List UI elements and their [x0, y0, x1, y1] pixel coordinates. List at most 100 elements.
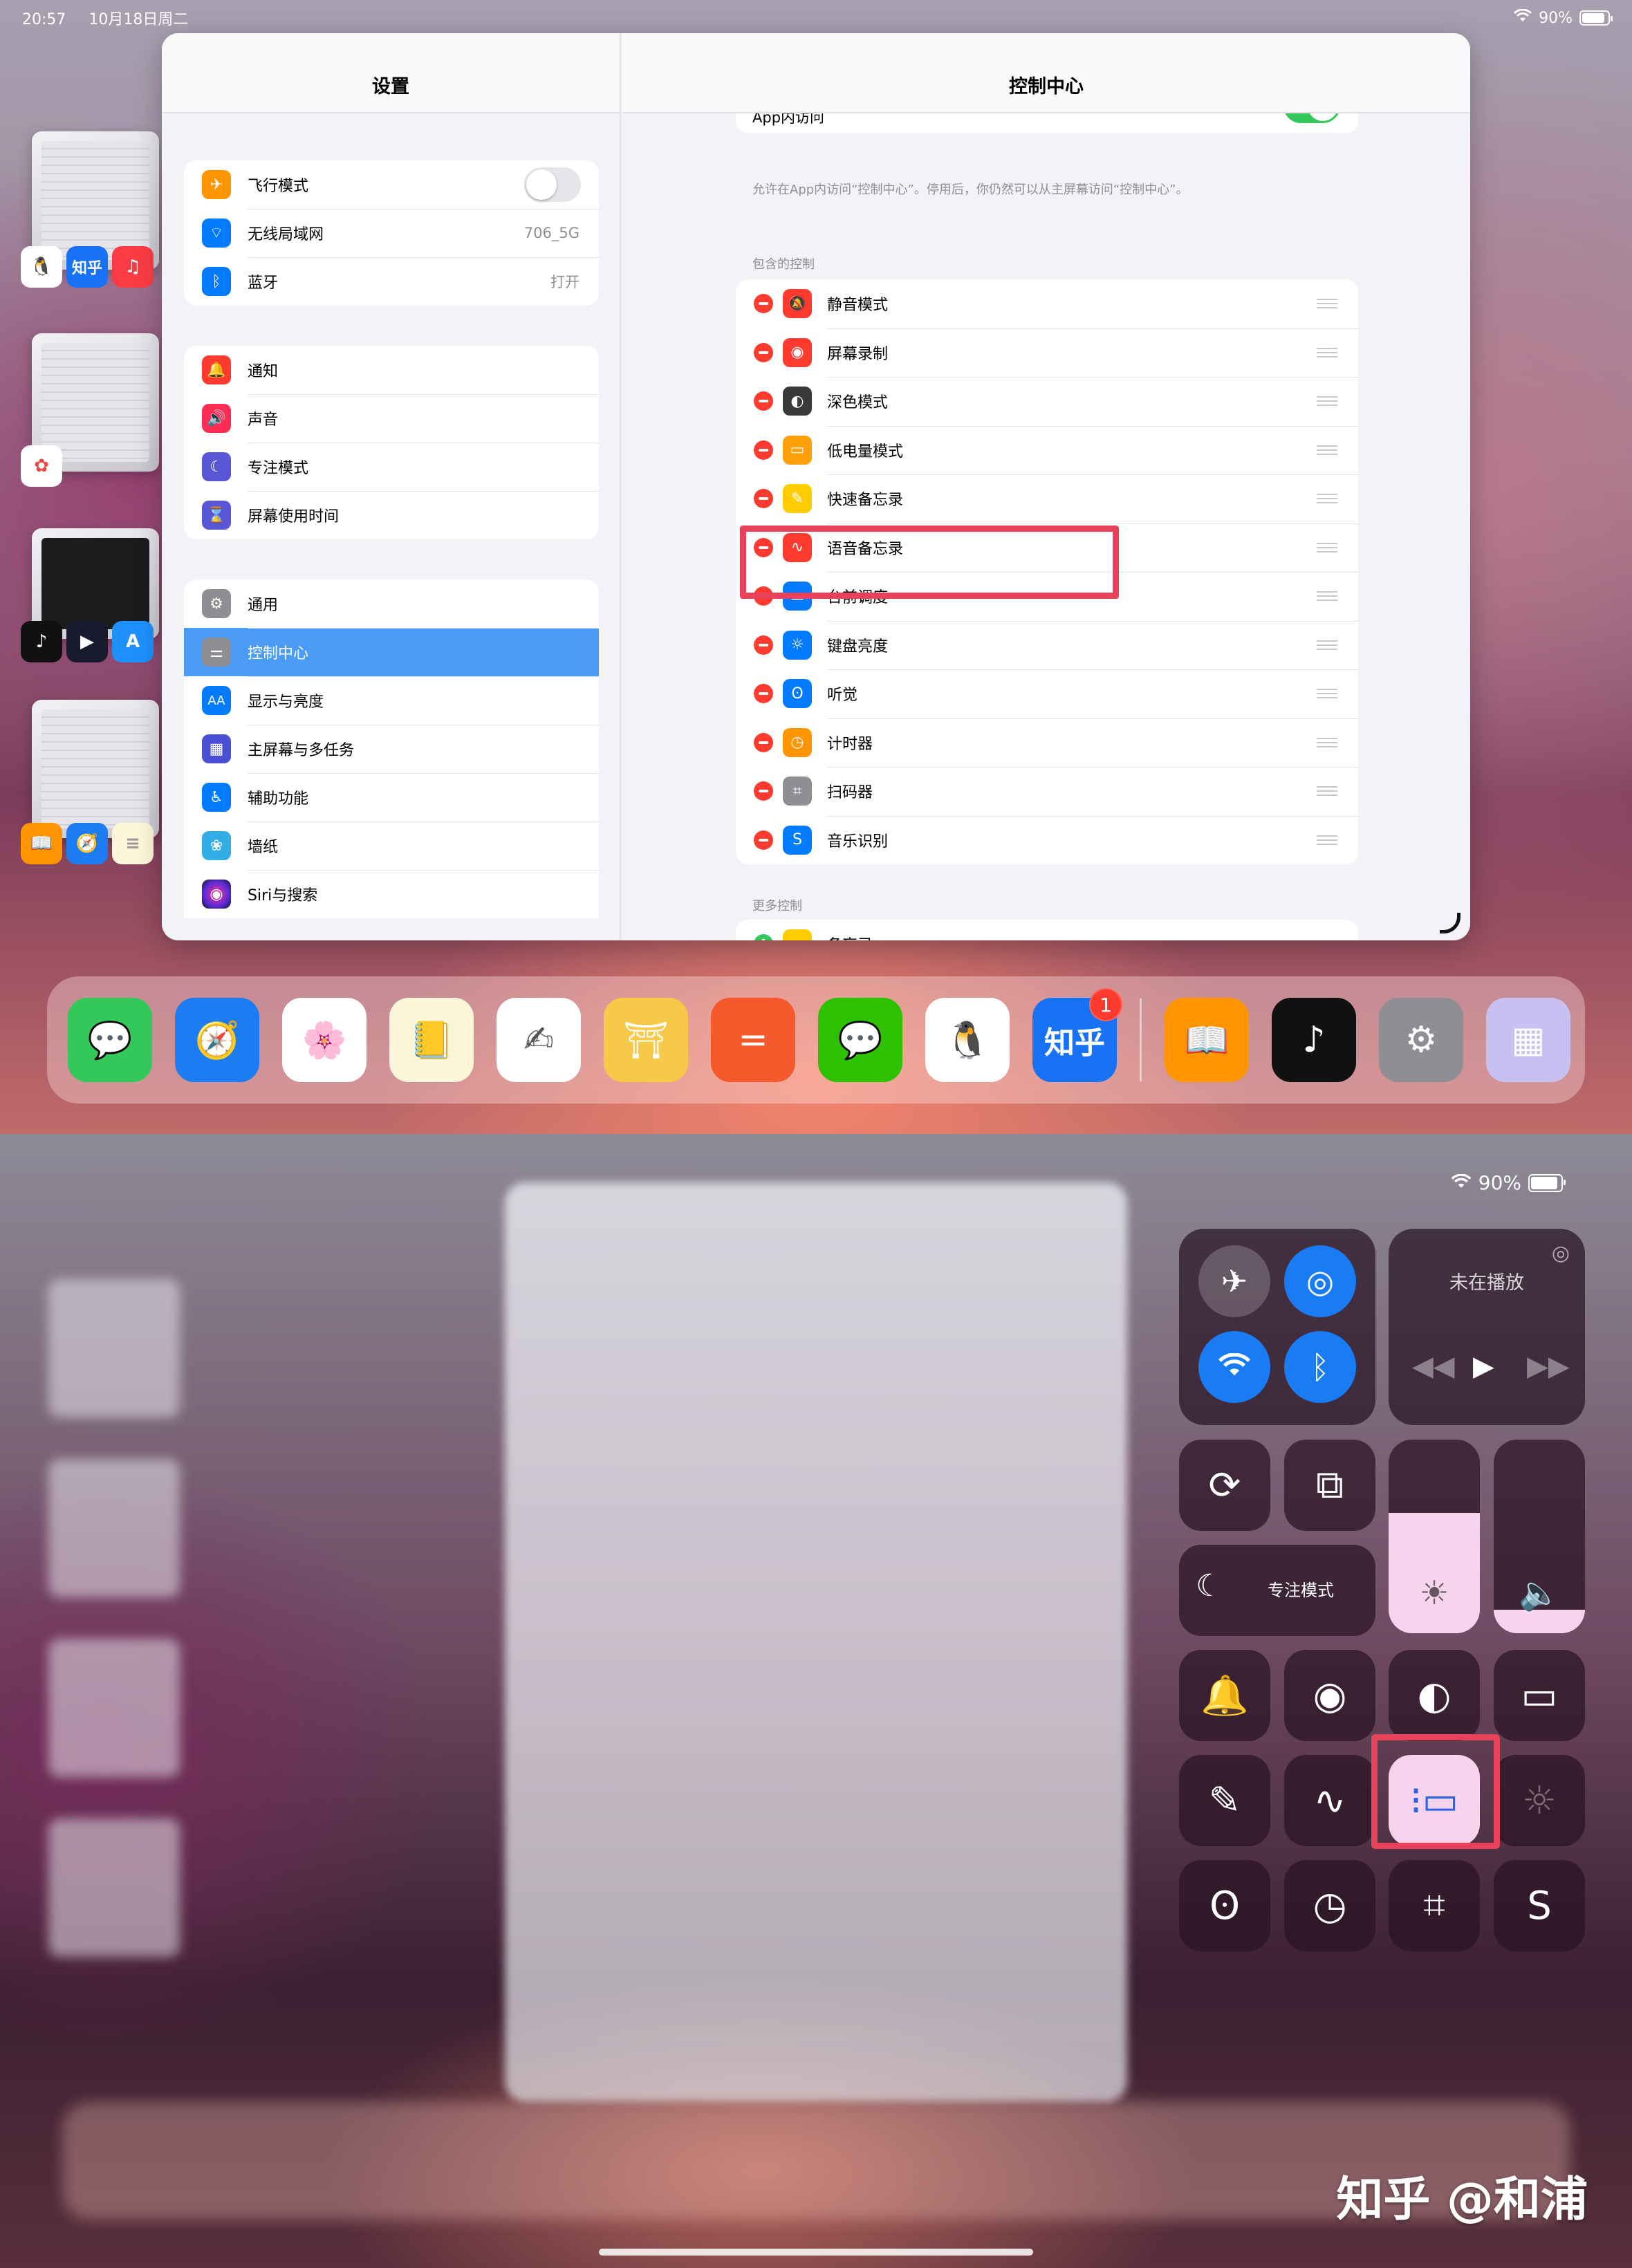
reorder-grip-icon[interactable]: [1317, 494, 1337, 504]
notes-icon[interactable]: 📒: [389, 998, 474, 1082]
control-row[interactable]: ◷ 计时器: [736, 718, 1358, 768]
focus-icon: ☾: [1196, 1568, 1223, 1604]
airplane-mode-toggle[interactable]: ✈: [1198, 1245, 1270, 1317]
reorder-grip-icon[interactable]: [1317, 347, 1337, 357]
remove-control-button[interactable]: [754, 489, 773, 509]
screen-mirroring-button[interactable]: ⧉: [1284, 1440, 1375, 1531]
wifi-icon: [1451, 1171, 1472, 1194]
remove-control-button[interactable]: [754, 732, 773, 752]
low-power-button[interactable]: ▭: [1494, 1650, 1585, 1741]
music-recognition-button[interactable]: S: [1494, 1860, 1585, 1951]
sidebar-item-wallpaper[interactable]: ❀ 墙纸: [184, 821, 599, 870]
code-scanner-button[interactable]: ⌗: [1389, 1860, 1480, 1951]
reorder-grip-icon[interactable]: [1317, 689, 1337, 699]
sidebar-item-sounds[interactable]: 🔊 声音: [184, 394, 599, 443]
safari-icon[interactable]: 🧭: [175, 998, 259, 1082]
temple-icon[interactable]: ⛩: [604, 998, 688, 1082]
control-row[interactable]: ◉ 屏幕录制: [736, 328, 1358, 378]
control-row[interactable]: ✎ 快速备忘录: [736, 474, 1358, 523]
reorder-grip-icon[interactable]: [1317, 786, 1337, 797]
status-bar: 20:57 10月18日周二 90%: [22, 6, 1613, 30]
bluetooth-toggle[interactable]: ᛒ: [1284, 1331, 1356, 1403]
remove-control-button[interactable]: [754, 684, 773, 704]
reorder-grip-icon[interactable]: [1317, 542, 1337, 552]
dark-mode-button[interactable]: ◐: [1389, 1650, 1480, 1741]
reorder-grip-icon[interactable]: [1317, 396, 1337, 407]
sidebar-item-label: 蓝牙: [248, 275, 279, 292]
books-icon[interactable]: 📖: [1165, 998, 1249, 1082]
control-row[interactable]: ☼ 键盘亮度: [736, 620, 1358, 670]
timer-button[interactable]: ◷: [1284, 1860, 1375, 1951]
control-row[interactable]: S 音乐识别: [736, 815, 1358, 865]
wechat-icon[interactable]: 💬: [818, 998, 902, 1082]
rewind-icon[interactable]: ◀◀: [1412, 1350, 1455, 1382]
control-row[interactable]: ⌗ 扫码器: [736, 767, 1358, 816]
airplay-icon[interactable]: ◎: [1552, 1241, 1570, 1265]
reorder-grip-icon[interactable]: [1317, 737, 1337, 747]
remove-control-button[interactable]: [754, 635, 773, 655]
app-library-icon[interactable]: ▦: [1486, 998, 1570, 1082]
reorder-grip-icon[interactable]: [1317, 299, 1337, 309]
control-row[interactable]: ʘ 听觉: [736, 669, 1358, 718]
control-row[interactable]: ◐ 深色模式: [736, 377, 1358, 426]
sidebar-item-airplane[interactable]: ✈ 飞行模式: [184, 160, 599, 209]
volume-slider[interactable]: 🔈: [1494, 1440, 1585, 1633]
zhihu-icon[interactable]: 知乎 1: [1032, 988, 1122, 1082]
remove-control-button[interactable]: [754, 391, 773, 411]
tiktok-icon[interactable]: ♪: [1272, 998, 1356, 1082]
sidebar-item-focus[interactable]: ☾ 专注模式: [184, 443, 599, 491]
focus-mode-button[interactable]: ☾ 专注模式: [1179, 1545, 1375, 1636]
control-row[interactable]: ≡ 备忘录: [736, 920, 1358, 940]
home-indicator[interactable]: [599, 2249, 1033, 2256]
settings-icon[interactable]: ⚙: [1379, 998, 1463, 1082]
silent-mode-button[interactable]: 🔔: [1179, 1650, 1270, 1741]
control-label: 深色模式: [827, 394, 889, 412]
blurred-thumbnail: [48, 1459, 180, 1597]
freeform-icon[interactable]: ✍: [497, 998, 581, 1082]
sidebar-item-control-center[interactable]: ⚌ 控制中心: [184, 628, 599, 676]
sidebar-item-display[interactable]: AA 显示与亮度: [184, 676, 599, 725]
hearing-button[interactable]: ʘ: [1179, 1860, 1270, 1951]
sidebar-item-bluetooth[interactable]: ᛒ 蓝牙 打开: [184, 257, 599, 306]
reorder-grip-icon[interactable]: [1317, 591, 1337, 602]
battery-percent: 90%: [1539, 9, 1573, 27]
keyboard-brightness-button[interactable]: ☼: [1494, 1755, 1585, 1846]
airplane-toggle[interactable]: [524, 167, 581, 202]
remove-control-button[interactable]: [754, 440, 773, 460]
voice-memo-button[interactable]: ∿: [1284, 1755, 1375, 1846]
photos-icon[interactable]: 🌸: [282, 998, 367, 1082]
sidebar-item-label: 通知: [248, 363, 279, 380]
sidebar-item-wifi[interactable]: ⌔ 无线局域网 706_5G: [184, 209, 599, 257]
add-control-button[interactable]: [754, 934, 773, 940]
play-icon[interactable]: ▶: [1473, 1350, 1494, 1382]
rotation-lock-button[interactable]: ⟳: [1179, 1440, 1270, 1531]
screen-recording-button[interactable]: ◉: [1284, 1650, 1375, 1741]
reorder-grip-icon[interactable]: [1317, 835, 1337, 845]
tiktok-icon: ♪: [21, 621, 62, 662]
airplane-icon: ✈: [202, 170, 231, 199]
dock-app-label: 知乎: [1044, 1025, 1105, 1061]
reorder-grip-icon[interactable]: [1317, 640, 1337, 650]
sidebar-item-accessibility[interactable]: ♿ 辅助功能: [184, 773, 599, 821]
quick-note-button[interactable]: ✎: [1179, 1755, 1270, 1846]
control-row[interactable]: ▭ 低电量模式: [736, 425, 1358, 475]
wifi-toggle[interactable]: [1198, 1331, 1270, 1403]
sidebar-item-notifications[interactable]: 🔔 通知: [184, 346, 599, 394]
airdrop-toggle[interactable]: ◎: [1284, 1245, 1356, 1317]
app-thumbnail[interactable]: [32, 700, 159, 838]
remove-control-button[interactable]: [754, 342, 773, 362]
equals-icon[interactable]: =: [711, 998, 795, 1082]
sidebar-item-home-screen[interactable]: ▦ 主屏幕与多任务: [184, 725, 599, 773]
remove-control-button[interactable]: [754, 781, 773, 801]
fast-forward-icon[interactable]: ▶▶: [1527, 1350, 1570, 1382]
remove-control-button[interactable]: [754, 294, 773, 314]
qq-icon[interactable]: 🐧: [925, 998, 1010, 1082]
reorder-grip-icon[interactable]: [1317, 445, 1337, 455]
brightness-slider[interactable]: ☀: [1389, 1440, 1480, 1633]
control-row[interactable]: 🔕 静音模式: [736, 279, 1358, 328]
messages-icon[interactable]: 💬: [68, 998, 152, 1082]
remove-control-button[interactable]: [754, 830, 773, 850]
sidebar-item-screen-time[interactable]: ⌛ 屏幕使用时间: [184, 491, 599, 539]
sidebar-item-siri[interactable]: ◉ Siri与搜索: [184, 870, 599, 918]
sidebar-item-general[interactable]: ⚙ 通用: [184, 579, 599, 628]
